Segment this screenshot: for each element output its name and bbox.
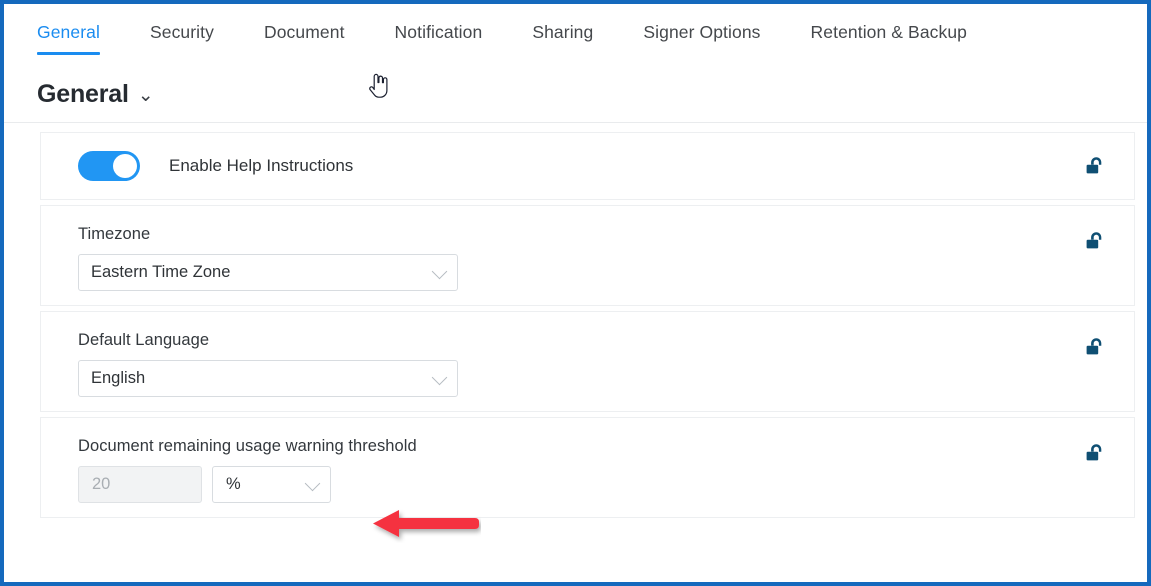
usage-threshold-control: %	[78, 466, 1116, 503]
tab-sharing[interactable]: Sharing	[532, 22, 593, 55]
usage-threshold-input[interactable]	[78, 466, 202, 503]
default-language-select[interactable]: English	[78, 360, 458, 397]
setting-row-timezone: Timezone Eastern Time Zone	[40, 205, 1135, 306]
tab-document[interactable]: Document	[264, 22, 345, 55]
chevron-down-icon	[431, 369, 448, 385]
tab-notification[interactable]: Notification	[395, 22, 483, 55]
default-language-control: English	[78, 360, 1116, 397]
tab-security[interactable]: Security	[150, 22, 214, 55]
enable-help-instructions-toggle[interactable]	[78, 151, 140, 181]
settings-tabbar: General Security Document Notification S…	[4, 4, 1147, 60]
page-title: General	[37, 80, 129, 108]
settings-list: Enable Help Instructions Timezone Easter…	[4, 123, 1147, 518]
default-language-label: Default Language	[78, 331, 210, 349]
unlock-icon[interactable]	[1086, 155, 1108, 179]
unlock-icon[interactable]	[1086, 442, 1108, 466]
tab-retention-backup[interactable]: Retention & Backup	[811, 22, 967, 55]
chevron-down-icon[interactable]: ⌄	[138, 86, 154, 105]
toggle-group: Enable Help Instructions	[59, 151, 353, 181]
section-header: General ⌄	[4, 60, 1147, 116]
tab-signer-options[interactable]: Signer Options	[643, 22, 760, 55]
setting-row-help-instructions: Enable Help Instructions	[40, 132, 1135, 200]
toggle-knob	[113, 154, 137, 178]
usage-threshold-label: Document remaining usage warning thresho…	[78, 437, 417, 455]
default-language-value: English	[91, 369, 146, 387]
settings-page: General Security Document Notification S…	[4, 4, 1147, 582]
timezone-label: Timezone	[78, 225, 151, 243]
timezone-select[interactable]: Eastern Time Zone	[78, 254, 458, 291]
usage-threshold-unit-value: %	[226, 475, 241, 493]
setting-label: Enable Help Instructions	[169, 156, 354, 175]
chevron-down-icon	[431, 263, 448, 279]
chevron-down-icon	[304, 475, 321, 491]
setting-row-default-language: Default Language English	[40, 311, 1135, 412]
unlock-icon[interactable]	[1086, 230, 1108, 254]
timezone-control: Eastern Time Zone	[78, 254, 1116, 291]
usage-threshold-unit-select[interactable]: %	[212, 466, 331, 503]
tab-general[interactable]: General	[37, 22, 100, 55]
setting-row-usage-threshold: Document remaining usage warning thresho…	[40, 417, 1135, 518]
timezone-value: Eastern Time Zone	[91, 263, 231, 281]
unlock-icon[interactable]	[1086, 336, 1108, 360]
browser-window-frame: General Security Document Notification S…	[0, 0, 1151, 586]
